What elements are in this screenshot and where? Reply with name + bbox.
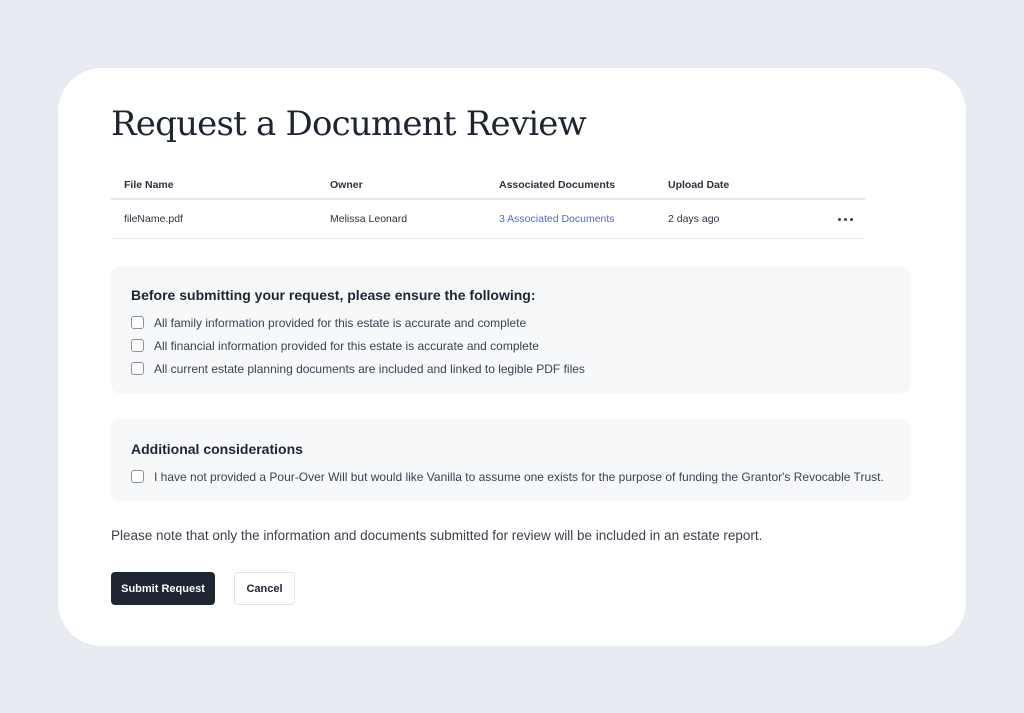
column-header-upload-date: Upload Date [668,179,730,191]
checkbox[interactable] [131,362,144,375]
checkbox[interactable] [131,339,144,352]
submission-note: Please note that only the information an… [111,528,763,543]
owner-cell: Melissa Leonard [330,213,408,225]
checklist-item: All financial information provided for t… [131,334,911,357]
checklist-item: All current estate planning documents ar… [131,357,911,380]
table-row: fileName.pdf Melissa Leonard 3 Associate… [111,200,865,239]
checklist-panel: Before submitting your request, please e… [111,266,911,394]
column-header-file-name: File Name [124,179,174,191]
cancel-button[interactable]: Cancel [234,572,295,605]
file-name-cell: fileName.pdf [124,213,183,225]
checklist-heading: Before submitting your request, please e… [131,287,536,303]
review-request-card: Request a Document Review File Name Owne… [58,68,966,646]
checklist-item-label: All current estate planning documents ar… [154,361,585,376]
table-header: File Name Owner Associated Documents Upl… [111,172,865,200]
checklist-item-label: All financial information provided for t… [154,338,539,353]
checklist-item: I have not provided a Pour-Over Will but… [131,465,911,488]
submit-request-button[interactable]: Submit Request [111,572,215,605]
additional-considerations-panel: Additional considerations I have not pro… [111,419,911,501]
checkbox[interactable] [131,316,144,329]
page-title: Request a Document Review [111,104,587,144]
documents-table: File Name Owner Associated Documents Upl… [111,172,865,239]
additional-considerations-heading: Additional considerations [131,441,303,457]
checklist-item-label: All family information provided for this… [154,315,527,330]
checkbox[interactable] [131,470,144,483]
more-horizontal-icon[interactable] [838,217,853,221]
associated-documents-link[interactable]: 3 Associated Documents [499,213,615,225]
checklist-item: All family information provided for this… [131,311,911,334]
column-header-owner: Owner [330,179,363,191]
checklist-item-label: I have not provided a Pour-Over Will but… [154,469,884,484]
upload-date-cell: 2 days ago [668,213,720,225]
column-header-associated-documents: Associated Documents [499,179,616,191]
